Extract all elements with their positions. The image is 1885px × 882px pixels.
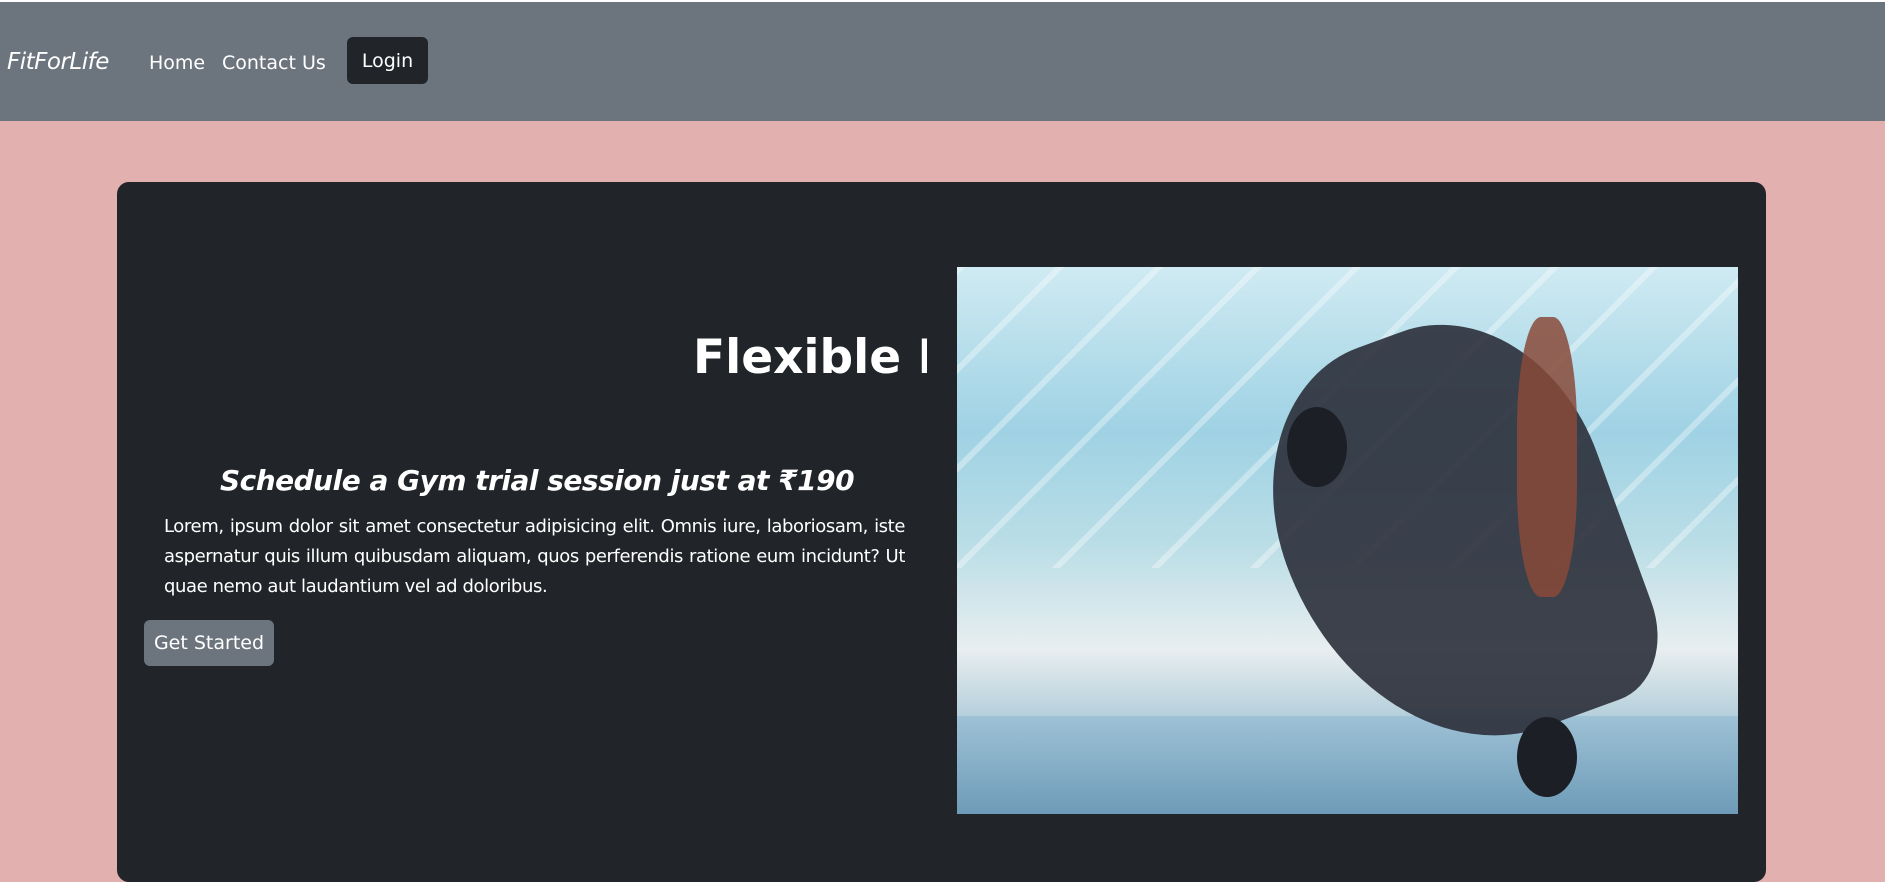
nav-link-contact-us[interactable]: Contact Us: [222, 52, 326, 74]
hero-image: [957, 267, 1738, 814]
dumbbell-upper: [1287, 407, 1347, 487]
hero-text-column: Flexible Fit Schedule a Gym trial sessio…: [117, 182, 927, 882]
gym-floor: [957, 715, 1738, 814]
brand-logo[interactable]: FitForLife: [7, 49, 109, 75]
hero-title: Flexible Fit: [693, 330, 927, 385]
get-started-button[interactable]: Get Started: [144, 620, 274, 666]
dumbbell-lower: [1517, 717, 1577, 797]
login-button[interactable]: Login: [347, 37, 428, 84]
hero-card: Flexible Fit Schedule a Gym trial sessio…: [117, 182, 1766, 882]
navbar: FitForLife Home Contact Us Login: [0, 2, 1885, 121]
hair: [1517, 317, 1577, 597]
hero-description: Lorem, ipsum dolor sit amet consectetur …: [164, 516, 905, 597]
hero-subtitle: Schedule a Gym trial session just at ₹19…: [219, 464, 855, 497]
nav-link-home[interactable]: Home: [149, 52, 205, 74]
